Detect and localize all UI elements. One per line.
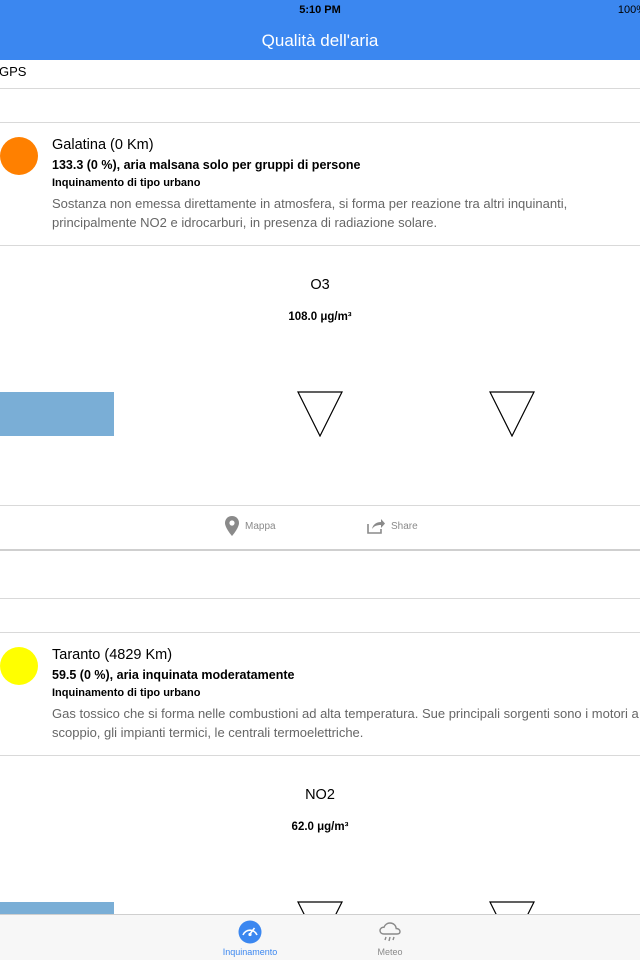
level-bar bbox=[0, 392, 114, 436]
pollution-type: Inquinamento di tipo urbano bbox=[52, 177, 201, 189]
status-time: 5:10 PM bbox=[299, 4, 341, 16]
tab-label: Meteo bbox=[377, 947, 403, 957]
aqi-indicator-dot bbox=[0, 647, 38, 685]
gauge-icon bbox=[238, 920, 262, 944]
divider bbox=[0, 755, 640, 756]
pollutant-description: Gas tossico che si forma nelle combustio… bbox=[52, 706, 639, 740]
tab-inquinamento[interactable]: Inquinamento bbox=[200, 919, 300, 957]
divider bbox=[0, 505, 640, 506]
tab-meteo[interactable]: Meteo bbox=[340, 919, 440, 957]
pollutant-description: Sostanza non emessa direttamente in atmo… bbox=[52, 196, 568, 230]
level-marker-icon bbox=[297, 391, 343, 437]
divider bbox=[0, 598, 640, 599]
pollutant-name: O3 bbox=[310, 277, 330, 293]
divider bbox=[0, 245, 640, 246]
pollutant-concentration: 62.0 μg/m³ bbox=[291, 821, 349, 833]
cloud-rain-icon bbox=[379, 922, 401, 942]
divider bbox=[0, 122, 640, 123]
station-aqi: 59.5 (0 %), aria inquinata moderatamente bbox=[52, 668, 295, 682]
share-icon bbox=[367, 519, 385, 534]
station-city: Taranto (4829 Km) bbox=[52, 647, 173, 663]
app-screen: 5:10 PM 100% Qualità dell'aria GPS Galat… bbox=[0, 0, 640, 960]
pollutant-name: NO2 bbox=[305, 787, 335, 803]
level-marker-icon bbox=[489, 391, 535, 437]
tab-bar: Inquinamento Meteo bbox=[0, 914, 640, 960]
map-button[interactable]: Mappa bbox=[225, 516, 276, 536]
divider bbox=[0, 632, 640, 633]
status-bar: 5:10 PM 100% bbox=[0, 0, 640, 20]
pollutant-concentration: 108.0 μg/m³ bbox=[288, 311, 352, 323]
map-label: Mappa bbox=[245, 520, 276, 532]
share-label: Share bbox=[391, 520, 418, 532]
pollution-type: Inquinamento di tipo urbano bbox=[52, 687, 201, 699]
page-title: Qualità dell'aria bbox=[261, 31, 379, 50]
share-button[interactable]: Share bbox=[367, 518, 418, 534]
divider bbox=[0, 88, 640, 89]
divider bbox=[0, 549, 640, 551]
gps-label: GPS bbox=[0, 64, 27, 79]
station-city: Galatina (0 Km) bbox=[52, 137, 154, 153]
aqi-indicator-dot bbox=[0, 137, 38, 175]
navigation-bar: Qualità dell'aria bbox=[0, 20, 640, 60]
map-pin-icon bbox=[225, 516, 239, 536]
battery-level: 100% bbox=[617, 4, 640, 16]
station-aqi: 133.3 (0 %), aria malsana solo per grupp… bbox=[52, 158, 361, 172]
tab-label: Inquinamento bbox=[222, 947, 278, 957]
